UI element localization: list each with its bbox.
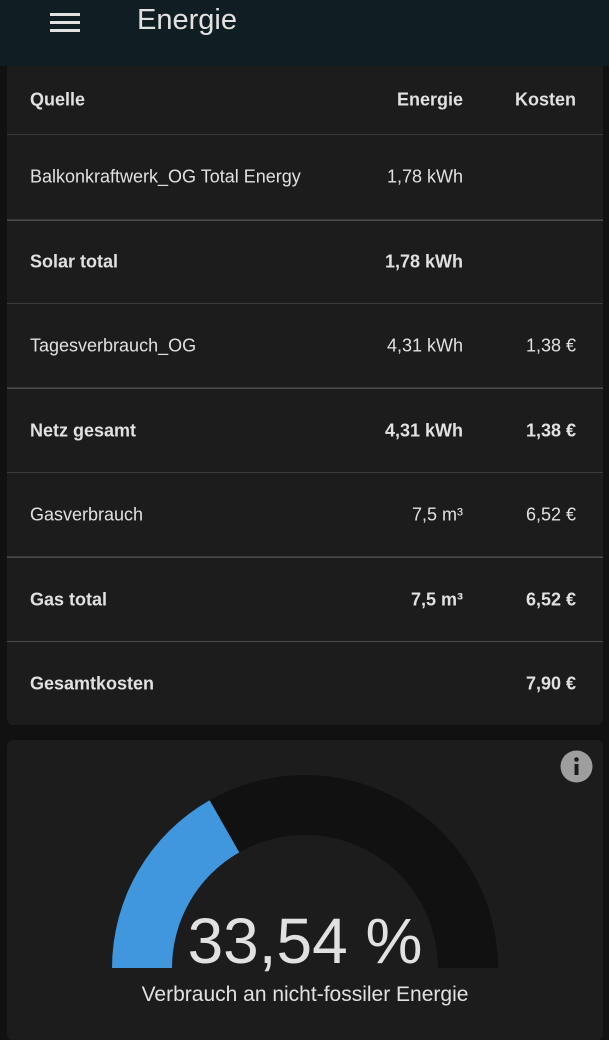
table-row-total: Netz gesamt 4,31 kWh 1,38 € bbox=[7, 388, 603, 473]
column-header-cost[interactable]: Kosten bbox=[515, 90, 576, 111]
row-energy: 4,31 kWh bbox=[386, 335, 463, 355]
table-row-total: Gas total 7,5 m³ 6,52 € bbox=[7, 557, 603, 642]
menu-button[interactable] bbox=[40, 0, 90, 44]
table-row: Balkonkraftwerk_OG Total Energy 1,78 kWh bbox=[7, 135, 603, 220]
row-energy: 7,5 m³ bbox=[411, 504, 463, 524]
gauge-label: Verbrauch an nicht-fossiler Energie bbox=[141, 983, 469, 1006]
gauge-card: 33,54 % Verbrauch an nicht-fossiler Ener… bbox=[7, 740, 603, 1040]
row-source: Balkonkraftwerk_OG Total Energy bbox=[30, 166, 301, 187]
row-source: Gasverbrauch bbox=[30, 504, 144, 524]
gauge bbox=[112, 775, 498, 968]
gauge-value: 33,54 % bbox=[187, 905, 423, 977]
row-cost: 7,90 € bbox=[525, 673, 576, 694]
energy-sources-table: Quelle Energie Kosten Balkonkraftwerk_OG… bbox=[7, 66, 603, 725]
row-cost: 1,38 € bbox=[525, 335, 576, 355]
row-cost: 6,52 € bbox=[525, 504, 576, 524]
row-cost: 1,38 € bbox=[525, 420, 576, 440]
row-source: Tagesverbrauch_OG bbox=[30, 335, 197, 355]
row-energy: 4,31 kWh bbox=[384, 420, 463, 440]
table-row-total: Solar total 1,78 kWh bbox=[7, 220, 603, 304]
row-energy: 7,5 m³ bbox=[410, 589, 463, 609]
table-row: Tagesverbrauch_OG 4,31 kWh 1,38 € bbox=[7, 304, 603, 388]
column-header-source[interactable]: Quelle bbox=[30, 90, 85, 111]
table-header-row: Quelle Energie Kosten bbox=[7, 66, 603, 135]
column-header-energy[interactable]: Energie bbox=[397, 90, 463, 111]
table-row: Gasverbrauch 7,5 m³ 6,52 € bbox=[7, 473, 603, 557]
row-source: Gas total bbox=[30, 589, 108, 609]
row-source: Netz gesamt bbox=[30, 420, 137, 440]
row-energy: 1,78 kWh bbox=[384, 251, 463, 272]
table-row-grand-total: Gesamtkosten 7,90 € bbox=[7, 641, 603, 726]
row-energy: 1,78 kWh bbox=[386, 166, 463, 187]
page-title: Energie bbox=[137, 4, 237, 36]
menu-icon bbox=[50, 13, 80, 32]
row-source: Gesamtkosten bbox=[30, 673, 155, 694]
row-cost: 6,52 € bbox=[525, 589, 576, 609]
app-header: Energie bbox=[0, 0, 609, 66]
row-source: Solar total bbox=[30, 251, 119, 272]
